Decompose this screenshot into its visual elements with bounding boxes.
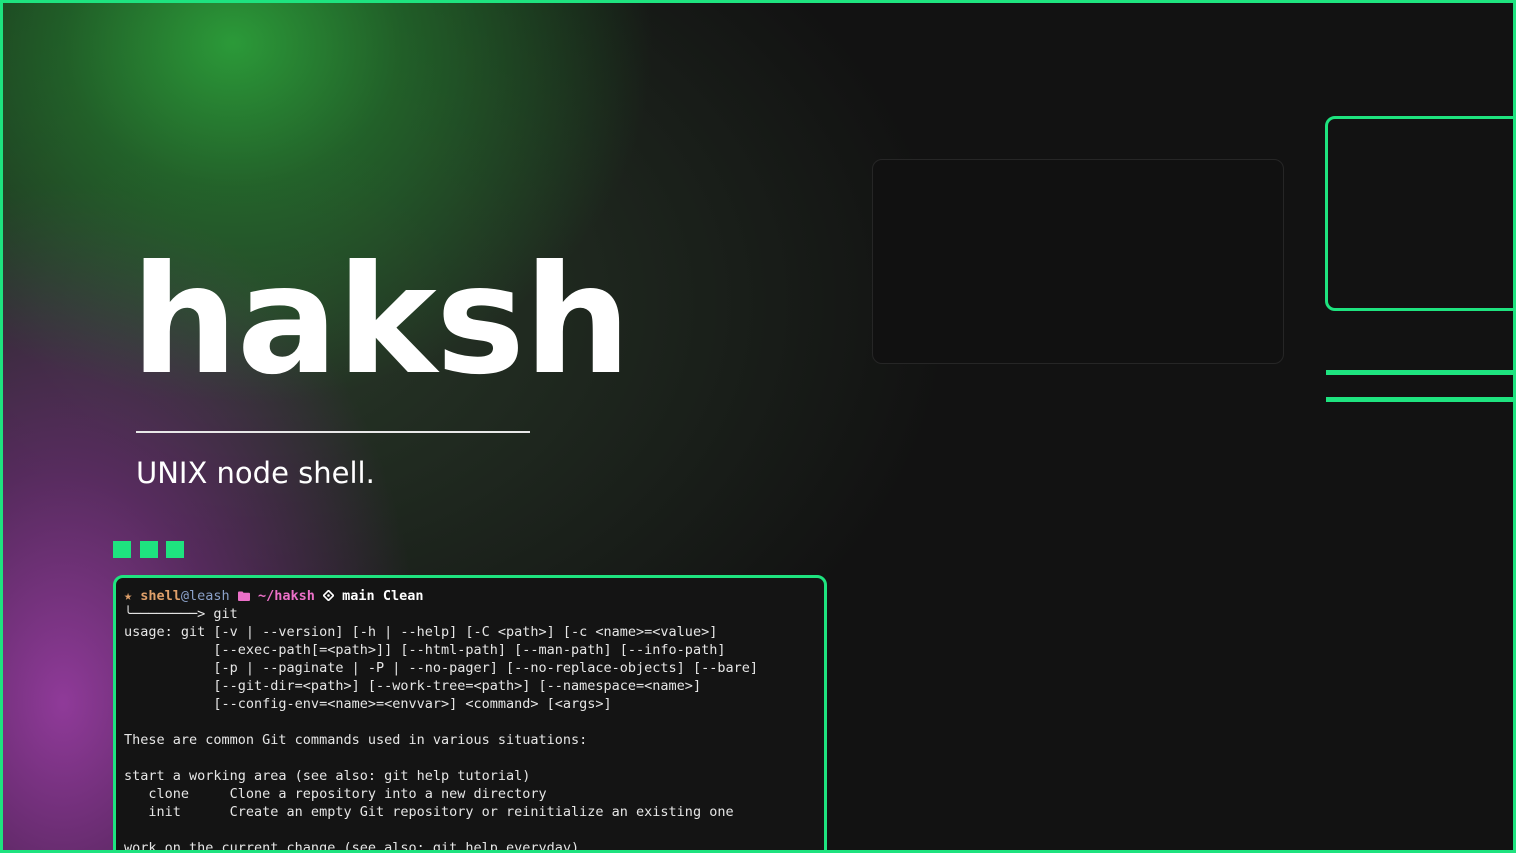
terminal-window[interactable]: ★ shell@leash ~/haksh main Clean ╰──────… [113, 575, 827, 853]
decorative-accent-panel [1325, 116, 1513, 311]
terminal-output-line: [-p | --paginate | -P | --no-pager] [--n… [124, 660, 758, 676]
page-title: haksh [131, 234, 631, 408]
terminal-output-line: These are common Git commands used in va… [124, 732, 588, 748]
terminal-prompt: ★ shell@leash ~/haksh main Clean [124, 587, 824, 605]
terminal-output-line: [--git-dir=<path>] [--work-tree=<path>] … [124, 678, 702, 694]
terminal-command: git [213, 606, 238, 622]
terminal-output-line: [--exec-path[=<path>]] [--html-path] [--… [124, 642, 726, 658]
prompt-arrow: ╰────────> [124, 606, 214, 622]
window-dot-icon [166, 541, 184, 558]
folder-icon [237, 588, 250, 604]
page-subtitle: UNIX node shell. [136, 456, 375, 490]
window-dot-icon [140, 541, 158, 558]
prompt-path: ~/haksh [257, 588, 315, 604]
prompt-user: shell [140, 588, 181, 604]
star-icon: ★ [124, 588, 133, 604]
prompt-host: @leash [180, 588, 230, 604]
accent-rule [1326, 397, 1513, 402]
decorative-panel [872, 159, 1284, 364]
terminal-output-line: clone Clone a repository into a new dire… [124, 786, 547, 802]
terminal-command-line: ╰────────> git [124, 605, 824, 623]
accent-rule [1326, 370, 1513, 375]
terminal-output-line: [--config-env=<name>=<envvar>] <command>… [124, 696, 612, 712]
terminal-output-line: start a working area (see also: git help… [124, 768, 531, 784]
prompt-branch: main [342, 588, 375, 604]
title-divider [136, 431, 530, 433]
terminal-output-line: usage: git [-v | --version] [-h | --help… [124, 624, 718, 640]
terminal-output-line: work on the current change (see also: gi… [124, 840, 580, 853]
git-branch-icon [322, 588, 335, 604]
prompt-status: Clean [382, 588, 424, 604]
hero-frame: haksh UNIX node shell. ★ shell@leash ~/h… [0, 0, 1516, 853]
window-dot-icon [113, 541, 131, 558]
terminal-output-line: init Create an empty Git repository or r… [124, 804, 734, 820]
